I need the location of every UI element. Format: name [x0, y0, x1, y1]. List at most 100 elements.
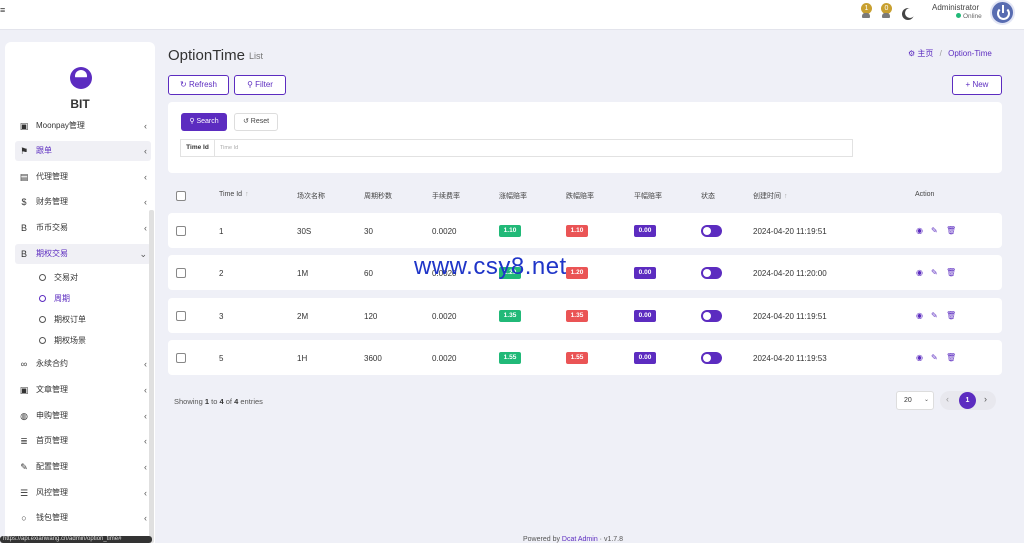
edit-icon[interactable]: ✎: [931, 226, 938, 235]
header-status: 状态: [701, 193, 715, 200]
trash-icon[interactable]: 🗑: [946, 268, 956, 277]
reset-button[interactable]: ↺ Reset: [234, 113, 278, 131]
globe-icon: ◍: [20, 411, 28, 421]
chevron-down-icon: ⌄: [923, 397, 929, 403]
circle-icon: [39, 337, 46, 344]
dark-mode-icon[interactable]: [905, 8, 915, 18]
sidebar-item-wallet[interactable]: ○ 钱包管理 ‹: [15, 508, 151, 528]
chevron-left-icon: ‹: [144, 223, 147, 233]
brand-logo-icon[interactable]: [70, 67, 92, 89]
header-down-odds: 跌幅赔率: [566, 193, 594, 200]
sidebar-item-config[interactable]: ✎ 配置管理 ‹: [15, 457, 151, 477]
cell-time-id: 5: [219, 354, 224, 363]
sidebar-item-finance[interactable]: $ 财务管理 ‹: [15, 192, 151, 212]
bell-icon[interactable]: [882, 13, 890, 18]
trash-icon[interactable]: 🗑: [946, 311, 956, 320]
edit-icon[interactable]: ✎: [931, 353, 938, 362]
filter-button[interactable]: ⚲ Filter: [234, 75, 286, 95]
header-time-id[interactable]: Time Id ↑: [219, 191, 249, 198]
header-created[interactable]: 创建时间 ↑: [753, 191, 788, 201]
status-toggle[interactable]: [701, 352, 722, 364]
online-dot-icon: [956, 13, 961, 18]
sidebar-item-agent[interactable]: ▤ 代理管理 ‹: [15, 167, 151, 187]
header-flat-odds: 平幅赔率: [634, 193, 662, 200]
row-checkbox[interactable]: [176, 268, 186, 278]
brand-name[interactable]: BIT: [5, 97, 155, 111]
chevron-left-icon: ‹: [144, 513, 147, 523]
pagination: ‹ 1 ›: [940, 391, 996, 410]
edit-icon[interactable]: ✎: [931, 311, 938, 320]
sidebar-item-perpetual[interactable]: ∞ 永续合约 ‹: [15, 354, 151, 374]
sidebar-item-moonpay[interactable]: ▣ Moonpay管理 ‹: [15, 116, 151, 136]
sort-icon[interactable]: ↑: [245, 191, 249, 198]
chevron-down-icon: ⌄: [139, 249, 147, 259]
dcat-admin-link[interactable]: Dcat Admin: [562, 536, 598, 543]
sidebar-item-articles[interactable]: ▣ 文章管理 ‹: [15, 380, 151, 400]
breadcrumb: ⚙ 主页 / Option-Time: [908, 49, 992, 58]
status-toggle[interactable]: [701, 310, 722, 322]
hamburger-icon[interactable]: ≡: [0, 5, 5, 15]
footer: Powered by Dcat Admin · v1.7.8: [523, 536, 624, 543]
header-up-odds: 涨幅赔率: [499, 193, 527, 200]
flat-odds-badge: 0.00: [634, 352, 656, 364]
new-button[interactable]: + New: [952, 75, 1002, 95]
cell-created: 2024-04-20 11:19:53: [753, 354, 827, 363]
sidebar-item-spot[interactable]: B 币币交易 ‹: [15, 218, 151, 238]
flat-odds-badge: 0.00: [634, 267, 656, 279]
next-page-icon[interactable]: ›: [984, 394, 987, 404]
id-card-icon: ▣: [19, 385, 29, 395]
sort-icon[interactable]: ↑: [784, 193, 788, 200]
row-checkbox[interactable]: [176, 353, 186, 363]
row-checkbox[interactable]: [176, 226, 186, 236]
time-id-input[interactable]: Time Id: [214, 139, 853, 157]
cell-name: 1M: [297, 269, 309, 278]
id-card-icon: ▣: [19, 121, 29, 131]
sidebar-subitem-pairs[interactable]: 交易对: [39, 270, 78, 286]
breadcrumb-home[interactable]: ⚙ 主页: [908, 49, 933, 58]
row-checkbox[interactable]: [176, 311, 186, 321]
view-icon[interactable]: ◉: [916, 353, 923, 362]
down-odds-badge: 1.55: [566, 352, 588, 364]
prev-page-icon[interactable]: ‹: [946, 394, 949, 404]
trash-icon[interactable]: 🗑: [946, 226, 956, 235]
header-seconds: 周期秒数: [364, 193, 392, 200]
breadcrumb-current[interactable]: Option-Time: [948, 49, 992, 58]
flat-odds-badge: 0.00: [634, 225, 656, 237]
down-odds-badge: 1.20: [566, 267, 588, 279]
avatar[interactable]: [990, 0, 1015, 25]
user-name[interactable]: Administrator: [932, 3, 979, 12]
undo-icon: ↺: [242, 118, 249, 125]
up-odds-badge: 1.55: [499, 352, 521, 364]
search-button[interactable]: ⚲ Search: [181, 113, 227, 131]
page-title: OptionTime: [168, 47, 245, 64]
view-icon[interactable]: ◉: [916, 311, 923, 320]
edit-icon[interactable]: ✎: [931, 268, 938, 277]
cell-name: 2M: [297, 312, 309, 321]
circle-icon: [39, 274, 46, 281]
per-page-select[interactable]: 20 ⌄: [896, 391, 934, 410]
sidebar-subitem-option-orders[interactable]: 期权订单: [39, 312, 86, 328]
sidebar-subitem-period[interactable]: 周期: [39, 291, 70, 307]
refresh-button[interactable]: ↻ Refresh: [168, 75, 229, 95]
status-toggle[interactable]: [701, 267, 722, 279]
filter-icon: ⚲: [247, 80, 253, 89]
sidebar-subitem-option-scenes[interactable]: 期权场景: [39, 333, 86, 349]
header-action: Action: [915, 191, 935, 198]
view-icon[interactable]: ◉: [916, 268, 923, 277]
sidebar-scrollbar[interactable]: [149, 210, 154, 543]
view-icon[interactable]: ◉: [916, 226, 923, 235]
list-alt-icon: ☰: [19, 488, 29, 498]
sidebar-item-subscription[interactable]: ◍ 申购管理 ‹: [15, 406, 151, 426]
status-toggle[interactable]: [701, 225, 722, 237]
bell-icon[interactable]: [862, 13, 870, 18]
select-all-checkbox[interactable]: [176, 191, 186, 201]
sidebar-item-options[interactable]: B 期权交易 ⌄: [15, 244, 151, 264]
sidebar-item-homepage[interactable]: ≣ 首页管理 ‹: [15, 431, 151, 451]
trash-icon[interactable]: 🗑: [946, 353, 956, 362]
refresh-icon: ↻: [180, 80, 187, 89]
chevron-left-icon: ‹: [144, 146, 147, 156]
sidebar-item-copy-trading[interactable]: ⚑ 跟单 ‹: [15, 141, 151, 161]
link-icon: ∞: [20, 359, 28, 369]
sidebar-item-risk[interactable]: ☰ 风控管理 ‹: [15, 483, 151, 503]
page-current[interactable]: 1: [959, 392, 976, 409]
